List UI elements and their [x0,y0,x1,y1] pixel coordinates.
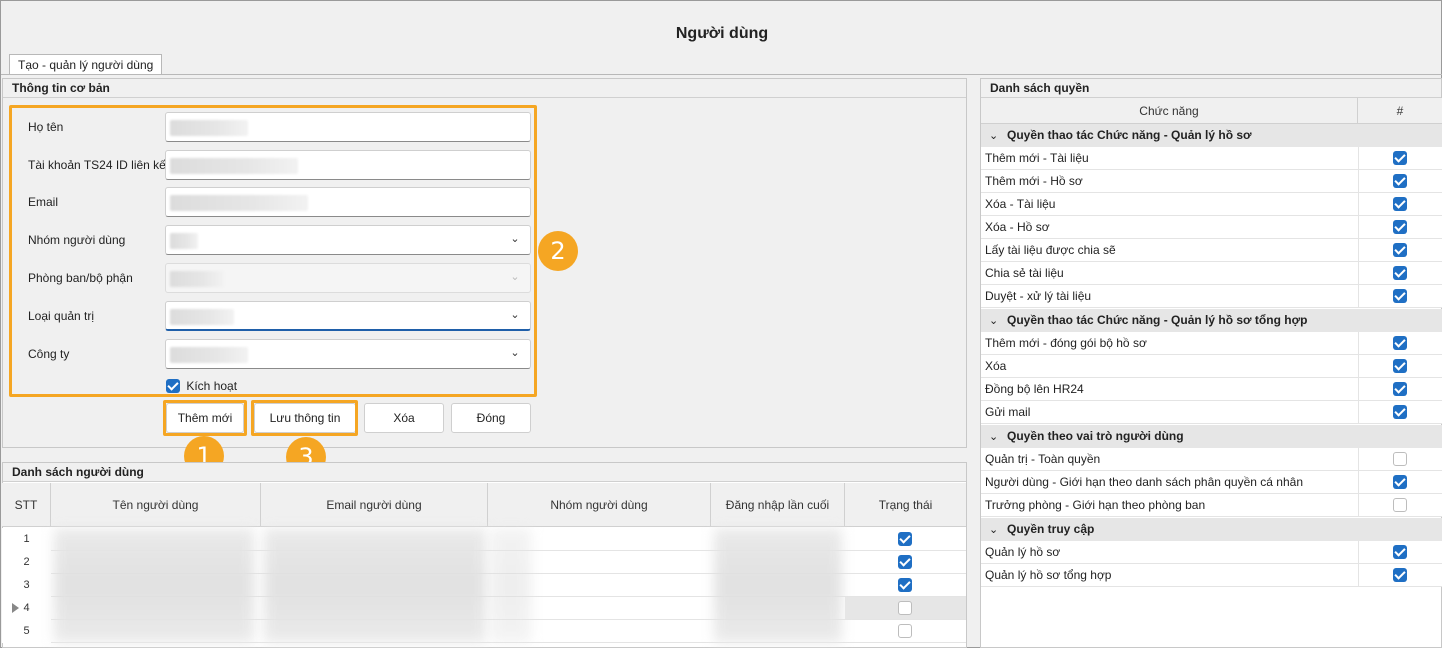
permission-checkbox[interactable] [1393,452,1407,466]
row-selector-arrow-icon [12,603,19,613]
permission-checkbox[interactable] [1393,382,1407,396]
close-button[interactable]: Đóng [451,403,531,433]
user-table-body: 1 2 3 4 5 [2,528,966,643]
permission-checkbox[interactable] [1393,174,1407,188]
permission-label: Duyệt - xử lý tài liệu [985,289,1092,303]
chevron-down-icon[interactable]: ⌄ [989,310,1003,333]
permission-label: Thêm mới - đóng gói bộ hồ sơ [985,336,1147,350]
permission-item: Chia sẻ tài liệu [981,262,1442,285]
permission-label: Quản lý hồ sơ tổng hợp [985,568,1112,582]
permission-label: Xóa - Tài liệu [985,197,1056,211]
permission-item: Thêm mới - Hồ sơ [981,170,1442,193]
row-status-checkbox[interactable] [898,624,912,638]
permission-group-label: Quyền truy cập [1007,522,1095,536]
row-stt: 2 [2,551,51,574]
permission-checkbox[interactable] [1393,289,1407,303]
permission-group-label: Quyền thao tác Chức năng - Quản lý hồ sơ… [1007,313,1308,327]
permission-checkbox[interactable] [1393,266,1407,280]
permission-label: Xóa - Hồ sơ [985,220,1050,234]
col-stt[interactable]: STT [2,483,51,527]
permission-item: Lấy tài liệu được chia sẽ [981,239,1442,262]
permission-label: Quản lý hồ sơ [985,545,1061,559]
permission-checkbox[interactable] [1393,151,1407,165]
row-stt: 1 [2,528,51,551]
permission-label: Chia sẻ tài liệu [985,266,1064,280]
permission-label: Lấy tài liệu được chia sẽ [985,243,1116,257]
permissions-title: Danh sách quyền [981,79,1441,98]
permission-item: Xóa - Hồ sơ [981,216,1442,239]
callout-box-save [251,400,358,436]
permission-item: Xóa [981,355,1442,378]
delete-button[interactable]: Xóa [364,403,444,433]
permission-label: Gửi mail [985,405,1031,419]
permission-item: Thêm mới - đóng gói bộ hồ sơ [981,332,1442,355]
chevron-down-icon[interactable]: ⌄ [989,125,1003,148]
permission-group[interactable]: ⌄ Quyền thao tác Chức năng - Quản lý hồ s… [981,124,1442,147]
permission-checkbox[interactable] [1393,545,1407,559]
permission-checkbox[interactable] [1393,359,1407,373]
permission-item: Quản lý hồ sơ tổng hợp [981,564,1442,587]
permission-item: Người dùng - Giới hạn theo danh sách phâ… [981,471,1442,494]
permission-label: Thêm mới - Hồ sơ [985,174,1083,188]
row-status-checkbox[interactable] [898,601,912,615]
permission-group-label: Quyền thao tác Chức năng - Quản lý hồ sơ [1007,128,1252,142]
app-window: Người dùng Tạo - quản lý người dùng Thôn… [0,0,1442,648]
permission-checkbox[interactable] [1393,220,1407,234]
permission-label: Xóa [985,359,1007,373]
chevron-down-icon[interactable]: ⌄ [989,519,1003,542]
row-stt: 5 [2,620,51,643]
permission-item: Quản trị - Toàn quyền [981,448,1442,471]
col-status[interactable]: Trạng thái [845,483,966,527]
permission-item: Đồng bộ lên HR24 [981,378,1442,401]
permission-checkbox[interactable] [1393,243,1407,257]
col-user-group[interactable]: Nhóm người dùng [488,483,711,527]
row-status-checkbox[interactable] [898,555,912,569]
permission-checkbox[interactable] [1393,405,1407,419]
col-email[interactable]: Email người dùng [261,483,488,527]
permission-group[interactable]: ⌄ Quyền truy cập [981,518,1442,541]
permission-checkbox[interactable] [1393,197,1407,211]
col-username[interactable]: Tên người dùng [51,483,261,527]
row-stt: 3 [2,574,51,597]
permission-label: Thêm mới - Tài liệu [985,151,1089,165]
tab-create-manage-user[interactable]: Tạo - quản lý người dùng [9,54,163,75]
redacted-login-data [714,528,842,643]
row-status-checkbox[interactable] [898,532,912,546]
permission-label: Quản trị - Toàn quyền [985,452,1101,466]
callout-badge-2: 2 [538,231,578,271]
callout-box-form [9,105,537,397]
col-hash[interactable]: # [1358,98,1442,124]
permission-checkbox[interactable] [1393,336,1407,350]
permission-label: Trưởng phòng - Giới hạn theo phòng ban [985,498,1206,512]
permission-item: Xóa - Tài liệu [981,193,1442,216]
redacted-user-data [54,528,254,643]
permission-item: Quản lý hồ sơ [981,541,1442,564]
permission-item: Gửi mail [981,401,1442,424]
col-function[interactable]: Chức năng [981,98,1358,124]
chevron-down-icon[interactable]: ⌄ [989,426,1003,449]
permissions-header: Chức năng # [981,98,1442,124]
row-stt: 4 [2,597,51,620]
redacted-group-data [491,528,531,643]
permission-label: Người dùng - Giới hạn theo danh sách phâ… [985,475,1303,489]
tab-divider [1,74,1442,75]
permission-checkbox[interactable] [1393,475,1407,489]
permission-label: Đồng bộ lên HR24 [985,382,1084,396]
permission-group[interactable]: ⌄ Quyền thao tác Chức năng - Quản lý hồ s… [981,309,1442,332]
basic-info-title: Thông tin cơ bản [3,79,966,98]
user-table-header: STT Tên người dùng Email người dùng Nhóm… [2,483,966,527]
permission-checkbox[interactable] [1393,568,1407,582]
callout-box-add [163,400,247,436]
redacted-email-data [264,528,486,643]
permission-checkbox[interactable] [1393,498,1407,512]
permission-group[interactable]: ⌄ Quyền theo vai trò người dùng [981,425,1442,448]
permission-item: Thêm mới - Tài liệu [981,147,1442,170]
col-last-login[interactable]: Đăng nhập lần cuối [711,483,845,527]
permission-item: Duyệt - xử lý tài liệu [981,285,1442,308]
permission-item: Trưởng phòng - Giới hạn theo phòng ban [981,494,1442,517]
permission-group-label: Quyền theo vai trò người dùng [1007,429,1184,443]
user-list-title: Danh sách người dùng [3,463,966,482]
window-title: Người dùng [675,25,769,42]
row-status-checkbox[interactable] [898,578,912,592]
